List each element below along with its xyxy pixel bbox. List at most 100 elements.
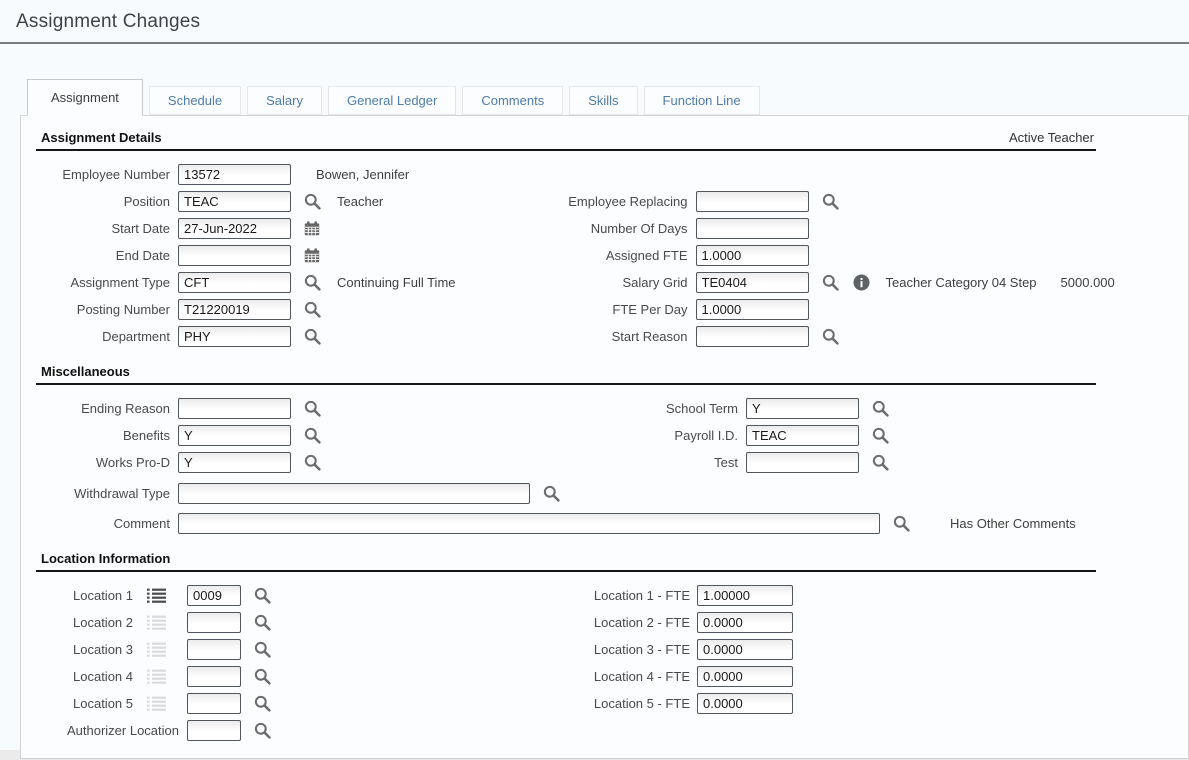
end-date-label: End Date [36,248,170,263]
authorizer-location-input[interactable] [187,720,241,741]
location-4-search-icon[interactable] [254,668,271,685]
field-row-location-4-fte: Location 4 - FTE [506,663,1096,690]
field-row-posting-number: Posting Number [36,296,456,323]
location-3-list-icon [147,642,167,658]
location-3-fte-input[interactable] [697,639,793,660]
field-row-location-2-fte: Location 2 - FTE [506,609,1096,636]
works-pro-d-search-icon[interactable] [304,454,321,471]
assigned-fte-input[interactable] [696,245,809,266]
location-2-fte-label: Location 2 - FTE [506,615,690,630]
assignment-type-input[interactable] [178,272,291,293]
position-desc-text: Teacher [337,194,383,209]
payroll-id-input[interactable] [746,425,859,446]
school-term-input[interactable] [746,398,859,419]
comment-search-icon[interactable] [893,515,910,532]
test-label: Test [506,455,738,470]
field-row-assigned-fte: Assigned FTE [456,242,1115,269]
location-5-fte-label: Location 5 - FTE [506,696,690,711]
field-row-employee-replacing: Employee Replacing [456,188,1115,215]
employee-replacing-input[interactable] [696,191,809,212]
field-row-location-3: Location 3 [36,636,506,663]
header-divider [0,42,1189,44]
comment-label: Comment [36,516,170,531]
location-1-input[interactable] [187,585,241,606]
location-2-fte-input[interactable] [697,612,793,633]
comment-input[interactable] [178,513,880,534]
fte-per-day-input[interactable] [696,299,809,320]
works-pro-d-input[interactable] [178,452,291,473]
employee-name-text: Bowen, Jennifer [316,167,409,182]
location-3-search-icon[interactable] [254,641,271,658]
field-row-location-1-fte: Location 1 - FTE [506,582,1096,609]
position-input[interactable] [178,191,291,212]
location-2-input[interactable] [187,612,241,633]
field-row-location-2: Location 2 [36,609,506,636]
tab-skills[interactable]: Skills [569,86,637,115]
fte-per-day-label: FTE Per Day [456,302,688,317]
posting-number-label: Posting Number [36,302,170,317]
location-4-fte-input[interactable] [697,666,793,687]
employee-replacing-search-icon[interactable] [822,193,839,210]
location-4-input[interactable] [187,666,241,687]
start-date-input[interactable] [178,218,291,239]
location-1-search-icon[interactable] [254,587,271,604]
start-reason-input[interactable] [696,326,809,347]
posting-number-input[interactable] [178,299,291,320]
ending-reason-input[interactable] [178,398,291,419]
department-search-icon[interactable] [304,328,321,345]
salary-grid-info-icon[interactable] [853,274,870,291]
field-row-payroll-id: Payroll I.D. [506,422,1096,449]
start-date-calendar-icon[interactable] [304,221,320,236]
field-row-assignment-type: Assignment Type Continuing Full Time [36,269,456,296]
location-1-fte-label: Location 1 - FTE [506,588,690,603]
number-of-days-input[interactable] [696,218,809,239]
end-date-calendar-icon[interactable] [304,248,320,263]
field-row-salary-grid: Salary Grid Teacher Category 04 Step 500… [456,269,1115,296]
location-5-label: Location 5 [36,696,133,711]
field-row-test: Test [506,449,1096,476]
test-search-icon[interactable] [872,454,889,471]
test-input[interactable] [746,452,859,473]
benefits-input[interactable] [178,425,291,446]
field-row-benefits: Benefits [36,422,506,449]
payroll-id-search-icon[interactable] [872,427,889,444]
location-5-search-icon[interactable] [254,695,271,712]
benefits-search-icon[interactable] [304,427,321,444]
field-row-start-date: Start Date [36,215,456,242]
location-3-input[interactable] [187,639,241,660]
tab-function-line[interactable]: Function Line [644,86,760,115]
salary-grid-search-icon[interactable] [822,274,839,291]
start-reason-search-icon[interactable] [822,328,839,345]
school-term-search-icon[interactable] [872,400,889,417]
department-input[interactable] [178,326,291,347]
assignment-type-search-icon[interactable] [304,274,321,291]
position-search-icon[interactable] [304,193,321,210]
location-1-fte-input[interactable] [697,585,793,606]
location-2-search-icon[interactable] [254,614,271,631]
field-row-withdrawal-type: Withdrawal Type [36,480,1096,507]
tab-schedule[interactable]: Schedule [149,86,241,115]
withdrawal-type-input[interactable] [178,483,530,504]
tab-salary[interactable]: Salary [247,86,322,115]
withdrawal-type-search-icon[interactable] [543,485,560,502]
location-5-fte-input[interactable] [697,693,793,714]
salary-grid-desc-text: Teacher Category 04 Step [886,275,1037,290]
salary-grid-input[interactable] [696,272,809,293]
field-row-location-5-fte: Location 5 - FTE [506,690,1096,717]
posting-number-search-icon[interactable] [304,301,321,318]
location-5-input[interactable] [187,693,241,714]
assignment-type-desc-text: Continuing Full Time [337,275,456,290]
tab-general-ledger[interactable]: General Ledger [328,86,456,115]
ending-reason-search-icon[interactable] [304,400,321,417]
tab-comments[interactable]: Comments [462,86,563,115]
start-reason-label: Start Reason [456,329,688,344]
benefits-label: Benefits [36,428,170,443]
location-1-list-icon[interactable] [147,588,167,604]
field-row-comment: Comment Has Other Comments [36,510,1096,537]
end-date-input[interactable] [178,245,291,266]
ending-reason-label: Ending Reason [36,401,170,416]
employee-number-input[interactable] [178,164,291,185]
tab-assignment[interactable]: Assignment [27,79,143,116]
assigned-fte-label: Assigned FTE [456,248,688,263]
authorizer-location-search-icon[interactable] [254,722,271,739]
